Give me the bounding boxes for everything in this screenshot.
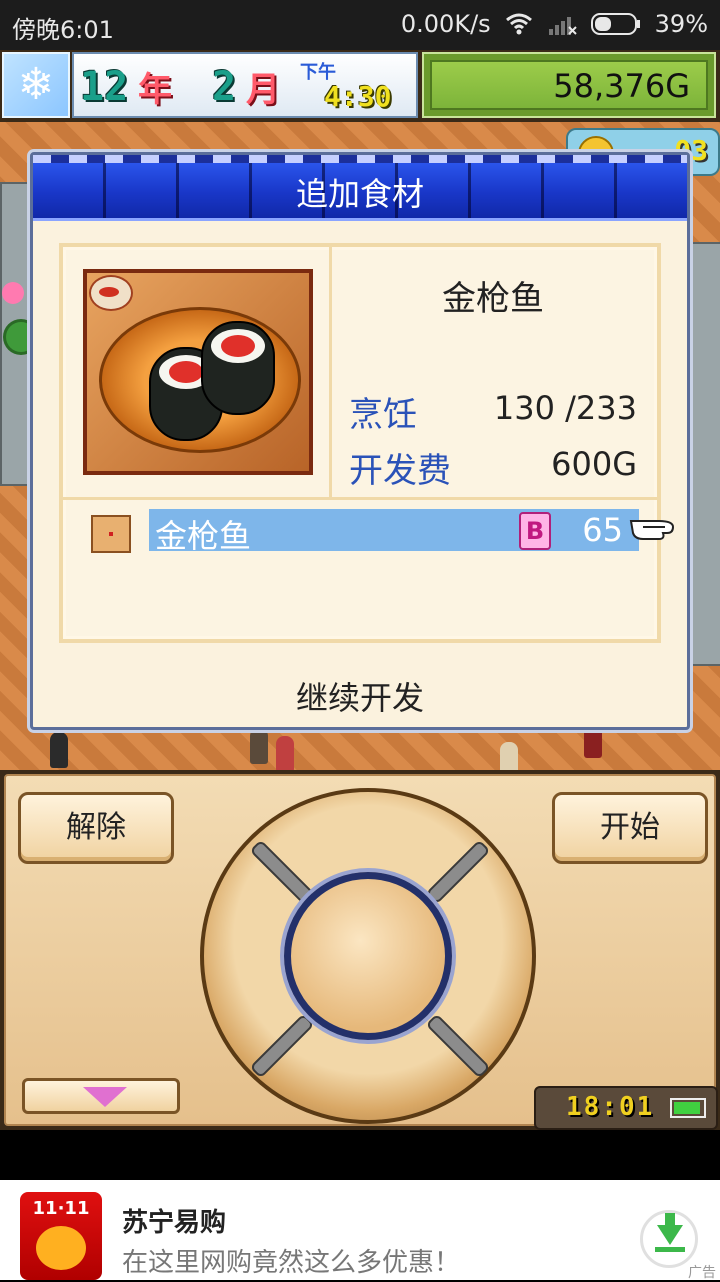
hud-clock: 4:30 [324,80,392,113]
customer-sprite [250,728,268,764]
triangle-down-icon [83,1087,127,1107]
dev-cost-value: 600G [551,445,637,483]
status-time: 傍晚6:01 [12,16,114,44]
cooking-label: 烹饪 [349,395,417,435]
dpad[interactable] [200,788,536,1124]
ingredient-row-selected[interactable]: 金枪鱼 B 65 [149,509,639,555]
ad-title: 苏宁易购 [122,1208,227,1238]
signal-icon [547,13,577,35]
ad-label: 广告 [688,1265,716,1281]
dpad-divider [425,839,491,905]
battery-icon [590,12,641,36]
add-ingredient-dialog: 追加食材 金枪鱼 烹饪 130 /233 开发费 600G 金枪鱼 B 65 继… [30,152,690,730]
continue-development-button[interactable]: 继续开发 [33,673,687,719]
money-display: 58,376G [422,52,716,118]
device-clock: 18:01 [534,1086,718,1130]
device-clock-time: 18:01 [566,1092,655,1122]
month-unit: 月 [246,70,280,110]
header-studs [33,155,687,163]
ingredient-box-icon [91,515,131,553]
date-display: 12 年 2 月 下午 4:30 [72,52,418,118]
battery-percent: 39% [654,10,708,38]
game-hud: ❄ 12 年 2 月 下午 4:30 58,376G [0,50,720,122]
sushi-roll [201,321,275,415]
scroll-down-button[interactable] [22,1078,180,1114]
ingredient-quantity: 65 [582,511,623,549]
net-speed: 0.00K/s [400,10,491,38]
download-arrow [657,1225,683,1245]
download-bar [655,1247,685,1252]
flower [2,282,24,304]
spacer [0,1130,720,1180]
dialog-title: 追加食材 [295,175,424,213]
dpad-center-button[interactable] [284,872,452,1040]
dialog-header: 追加食材 [33,155,687,221]
ad-banner[interactable]: 11·11 苏宁易购 在这里网购竟然这么多优惠！ 广告 [0,1180,720,1281]
dpad-divider [249,839,315,905]
ad-subtitle: 在这里网购竟然这么多优惠！ [122,1248,461,1278]
cooking-value: 130 /233 [493,389,637,427]
cancel-button[interactable]: 解除 [18,792,174,864]
building [690,242,720,666]
logo-text: 11·11 [32,1198,90,1219]
mascot-icon [36,1226,86,1270]
divider [63,497,657,500]
dpad-divider [249,1013,315,1079]
ingredient-panel: 金枪鱼 烹饪 130 /233 开发费 600G 金枪鱼 B 65 [59,243,675,643]
year-unit: 年 [138,70,172,110]
money-value: 58,376G [430,60,708,110]
download-button[interactable] [640,1210,698,1268]
tuna-roll-image [83,269,313,475]
rank-badge: B [519,512,551,550]
battery-icon [670,1098,706,1118]
snowflake-icon: ❄ [2,52,70,118]
customer-sprite [50,732,68,768]
wifi-icon [505,13,533,35]
controller-surface: 解除 开始 18:01 [4,774,718,1130]
month-number: 2 [212,64,237,110]
customer-sprite [276,736,294,772]
fish-icon [89,275,133,311]
divider [329,247,332,497]
status-right-group: 0.00K/s 39% [401,10,708,38]
dpad-divider [425,1013,491,1079]
ingredient-name: 金枪鱼 [155,517,252,555]
controller-panel: 解除 开始 18:01 [0,770,720,1130]
year-number: 12 [80,64,129,110]
status-bar: 傍晚6:01 0.00K/s 39% [0,0,720,50]
food-name: 金枪鱼 [442,279,544,319]
dev-cost-label: 开发费 [349,451,451,491]
suning-logo: 11·11 [20,1192,102,1280]
pointing-hand-icon [629,513,677,543]
start-button[interactable]: 开始 [552,792,708,864]
